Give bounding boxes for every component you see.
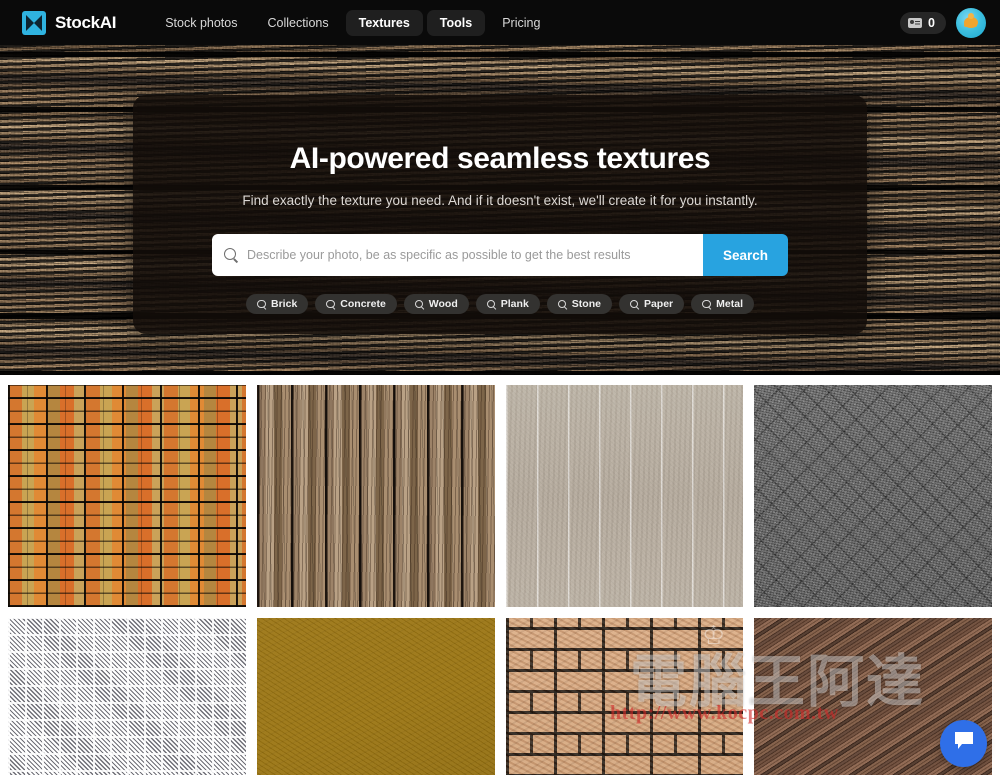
texture-thumbnail — [8, 385, 246, 607]
user-avatar-turtle-icon[interactable] — [956, 7, 986, 38]
hero-panel: AI-powered seamless textures Find exactl… — [133, 95, 867, 334]
logo[interactable]: StockAI — [22, 10, 117, 35]
nav-links: Stock photos Collections Textures Tools … — [152, 9, 553, 36]
search-icon — [486, 299, 496, 309]
texture-thumbnail — [8, 618, 246, 775]
chip-label: Wood — [428, 298, 458, 310]
search-icon — [257, 299, 266, 309]
nav-item-tools[interactable]: Tools — [426, 9, 486, 36]
search-icon — [557, 299, 567, 309]
texture-tile-white-herringbone-weave[interactable] — [8, 618, 246, 775]
texture-thumbnail — [505, 385, 744, 607]
search-icon — [702, 299, 711, 309]
chip-brick[interactable]: Brick — [246, 294, 309, 314]
logo-text: StockAI — [55, 12, 117, 32]
search-button[interactable]: Search — [703, 234, 788, 276]
texture-thumbnail — [256, 385, 495, 607]
suggested-category-chips: Brick Concrete Wood Plank Stone Paper Me… — [246, 294, 754, 314]
header-actions: 0 — [900, 7, 986, 38]
texture-tile-beige-concrete-panel[interactable] — [505, 385, 744, 607]
hero-section: AI-powered seamless textures Find exactl… — [0, 45, 1000, 375]
credits-count: 0 — [928, 15, 935, 30]
texture-tile-olive-gold-fabric[interactable] — [256, 618, 495, 775]
chip-wood[interactable]: Wood — [403, 294, 469, 314]
nav-item-pricing[interactable]: Pricing — [489, 10, 553, 36]
search-icon — [629, 299, 639, 309]
texture-tile-tan-brick-wall[interactable] — [505, 618, 744, 775]
chip-stone[interactable]: Stone — [546, 294, 612, 314]
chip-label: Stone — [571, 298, 601, 310]
chip-plank[interactable]: Plank — [475, 294, 540, 314]
chip-label: Paper — [643, 298, 674, 310]
nav-item-textures[interactable]: Textures — [345, 9, 423, 36]
chip-concrete[interactable]: Concrete — [315, 294, 397, 314]
search-icon — [326, 299, 335, 309]
texture-noise-overlay — [505, 618, 744, 775]
bowtie-logo-icon — [22, 10, 46, 35]
chat-button[interactable] — [940, 720, 987, 767]
nav-item-collections[interactable]: Collections — [254, 10, 341, 36]
top-navigation-bar: StockAI Stock photos Collections Texture… — [0, 0, 1000, 45]
credits-badge[interactable]: 0 — [900, 11, 946, 34]
chip-label: Metal — [716, 298, 743, 310]
search-input[interactable] — [247, 248, 691, 262]
search-bar: Search — [212, 234, 788, 276]
chip-metal[interactable]: Metal — [691, 294, 754, 314]
texture-tile-weathered-wood-plank[interactable] — [256, 385, 495, 607]
chip-label: Brick — [271, 298, 298, 310]
page-root: StockAI Stock photos Collections Texture… — [0, 0, 1000, 775]
chip-label: Concrete — [340, 298, 386, 310]
hero-subtitle: Find exactly the texture you need. And i… — [242, 193, 758, 208]
texture-results-grid — [0, 375, 1000, 775]
search-icon — [414, 299, 424, 309]
credit-card-icon — [908, 17, 923, 28]
nav-item-stock-photos[interactable]: Stock photos — [152, 10, 250, 36]
texture-thumbnail — [754, 385, 992, 607]
chip-label: Plank — [500, 298, 529, 310]
search-icon — [224, 248, 238, 262]
chip-paper[interactable]: Paper — [618, 294, 685, 314]
search-input-wrapper[interactable] — [212, 234, 703, 276]
chat-bubble-icon — [953, 731, 975, 756]
texture-tile-orange-brick-mosaic[interactable] — [8, 385, 246, 607]
texture-thumbnail — [256, 618, 495, 775]
page-title: AI-powered seamless textures — [289, 142, 711, 175]
texture-tile-gray-crackle-stone[interactable] — [754, 385, 992, 607]
